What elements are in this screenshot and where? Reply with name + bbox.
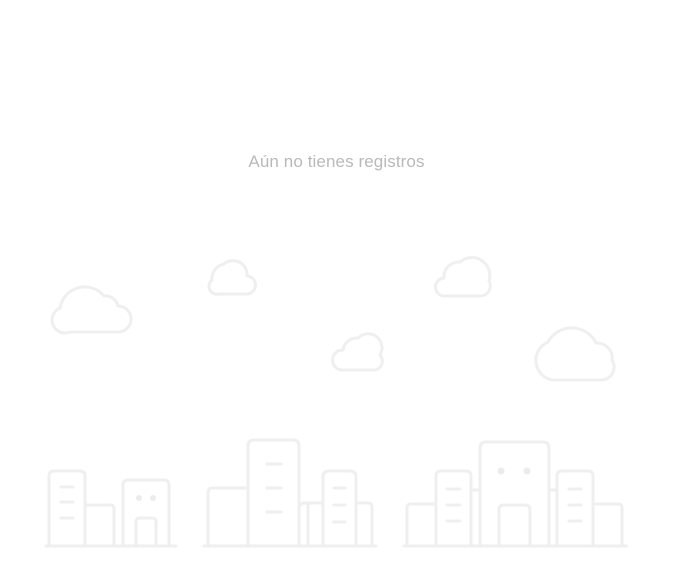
cloud-icon <box>331 332 384 372</box>
empty-state-message: Aún no tienes registros <box>248 152 425 171</box>
empty-state-page: Aún no tienes registros <box>0 0 673 572</box>
cloud-icon <box>534 326 616 382</box>
city-skyline-illustration <box>0 240 673 572</box>
building-icon <box>47 469 171 548</box>
cloud-icon <box>434 256 492 298</box>
cloud-icon <box>207 259 257 296</box>
cloud-icon <box>50 285 133 335</box>
building-icon <box>206 438 374 548</box>
building-icon <box>405 440 624 548</box>
